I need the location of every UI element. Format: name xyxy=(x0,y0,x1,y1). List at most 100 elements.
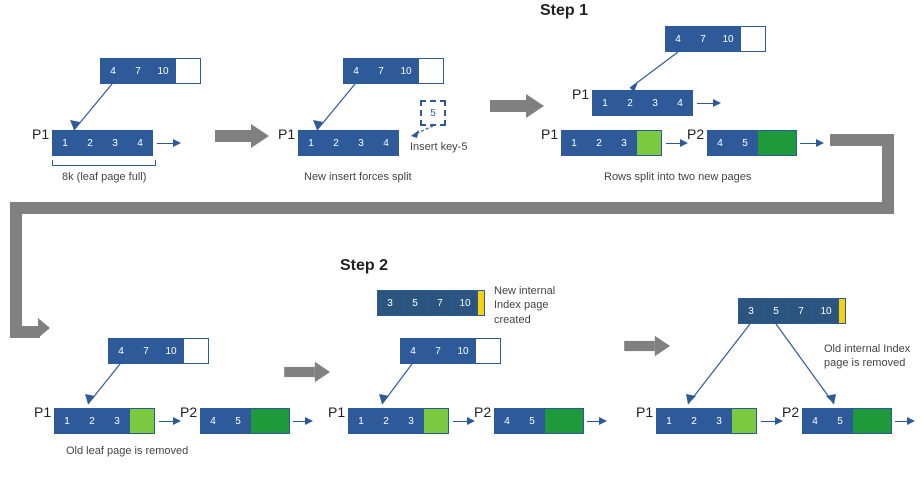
internal-cell-new xyxy=(838,298,846,324)
leaf-cell: 4 xyxy=(373,130,399,156)
caption-5: New internal Index page created xyxy=(494,284,555,327)
leaf-cell-new xyxy=(544,408,584,434)
page-label-p1: P1 xyxy=(32,126,49,142)
leaf-cell: 3 xyxy=(348,130,374,156)
leaf-cell: 1 xyxy=(592,90,618,116)
leaf-cell: 3 xyxy=(611,130,637,156)
page-label-p2: P2 xyxy=(474,404,491,420)
page-label-p2: P2 xyxy=(687,126,704,142)
frame5-old-internal: 4 7 10 xyxy=(400,338,500,364)
frame4-leaf-p2: 4 5 xyxy=(200,408,289,434)
insert-key-cell: 5 xyxy=(420,100,446,126)
frame2-internal-page: 4 7 10 xyxy=(343,58,443,84)
next-arrow xyxy=(697,103,713,104)
frame3-new-leaf-p1: 1 2 3 xyxy=(561,130,661,156)
leaf-cell-new xyxy=(250,408,290,434)
next-arrow xyxy=(800,143,816,144)
flow-arrow xyxy=(215,126,271,146)
leaf-cell-new xyxy=(852,408,892,434)
pointer-arrow xyxy=(412,364,413,408)
internal-cell: 10 xyxy=(813,298,839,324)
pointer-arrow xyxy=(678,52,679,92)
diagram-canvas: Step 1 4 7 10 P1 1 2 3 4 8k (leaf page f… xyxy=(0,0,922,500)
idx-cell-empty xyxy=(183,338,209,364)
page-label-p1-old: P1 xyxy=(572,86,589,102)
pointer-arrow xyxy=(112,84,113,134)
idx-cell: 7 xyxy=(690,26,716,52)
leaf-cell-new xyxy=(731,408,757,434)
leaf-cell: 3 xyxy=(398,408,424,434)
leaf-cell: 4 xyxy=(667,90,693,116)
pointer-arrow xyxy=(433,126,434,138)
caption-2: New insert forces split xyxy=(304,170,412,184)
frame4-internal-page: 4 7 10 xyxy=(108,338,208,364)
idx-cell: 10 xyxy=(158,338,184,364)
frame6-leaf-p1: 1 2 3 xyxy=(656,408,756,434)
idx-cell: 7 xyxy=(368,58,394,84)
flow-arrow xyxy=(624,338,672,355)
frame6-leaf-p2: 4 5 xyxy=(802,408,891,434)
next-arrow xyxy=(587,421,599,422)
next-arrow xyxy=(666,143,680,144)
frame2-leaf-p1: 1 2 3 4 xyxy=(298,130,398,156)
next-arrow xyxy=(157,143,173,144)
page-label-p1: P1 xyxy=(636,404,653,420)
page-label-p1: P1 xyxy=(541,126,558,142)
internal-cell: 3 xyxy=(377,290,403,316)
frame6-internal: 3 5 7 10 xyxy=(738,298,845,324)
idx-cell: 7 xyxy=(125,58,151,84)
next-arrow xyxy=(159,421,173,422)
frame1-leaf-p1: 1 2 3 4 xyxy=(52,130,152,156)
internal-cell: 7 xyxy=(427,290,453,316)
idx-cell: 4 xyxy=(100,58,126,84)
pointer-arrow xyxy=(120,364,121,408)
caption-4: Old leaf page is removed xyxy=(66,444,188,458)
idx-cell: 10 xyxy=(450,338,476,364)
leaf-cell: 4 xyxy=(127,130,153,156)
frame5-leaf-p2: 4 5 xyxy=(494,408,583,434)
leaf-cell: 3 xyxy=(642,90,668,116)
frame3-old-leaf: 1 2 3 4 xyxy=(592,90,692,116)
step-2-label: Step 2 xyxy=(340,257,388,275)
pointer-arrow xyxy=(355,84,356,134)
insert-caption: Insert key-5 xyxy=(410,140,467,154)
leaf-cell: 5 xyxy=(732,130,758,156)
leaf-cell-new xyxy=(129,408,155,434)
idx-cell: 4 xyxy=(108,338,134,364)
next-arrow xyxy=(895,421,907,422)
leaf-cell-new xyxy=(636,130,662,156)
pointer-arrow xyxy=(776,324,777,408)
frame5-new-internal: 3 5 7 10 xyxy=(377,290,484,316)
leaf-cell: 1 xyxy=(656,408,682,434)
frame5-leaf-p1: 1 2 3 xyxy=(348,408,448,434)
leaf-cell: 3 xyxy=(706,408,732,434)
idx-cell: 10 xyxy=(715,26,741,52)
leaf-cell: 1 xyxy=(298,130,324,156)
internal-cell: 5 xyxy=(402,290,428,316)
leaf-cell: 2 xyxy=(79,408,105,434)
idx-cell: 4 xyxy=(343,58,369,84)
leaf-cell: 2 xyxy=(681,408,707,434)
next-arrow xyxy=(761,421,775,422)
frame1-internal-page: 4 7 10 xyxy=(100,58,200,84)
idx-cell: 4 xyxy=(665,26,691,52)
idx-cell-empty xyxy=(475,338,501,364)
idx-cell: 7 xyxy=(425,338,451,364)
leaf-cell: 2 xyxy=(617,90,643,116)
leaf-cell: 3 xyxy=(102,130,128,156)
next-arrow xyxy=(293,421,305,422)
idx-cell: 10 xyxy=(393,58,419,84)
internal-cell: 10 xyxy=(452,290,478,316)
frame4-leaf-p1: 1 2 3 xyxy=(54,408,154,434)
pointer-arrow xyxy=(750,324,751,408)
idx-cell-empty xyxy=(418,58,444,84)
flow-arrow xyxy=(284,364,332,381)
leaf-cell-new xyxy=(757,130,797,156)
page-label-p2: P2 xyxy=(782,404,799,420)
caption-6: Old internal Index page is removed xyxy=(824,342,910,371)
internal-cell: 7 xyxy=(788,298,814,324)
page-label-p2: P2 xyxy=(180,404,197,420)
idx-cell-empty xyxy=(175,58,201,84)
leaf-cell: 1 xyxy=(348,408,374,434)
leaf-cell: 5 xyxy=(225,408,251,434)
